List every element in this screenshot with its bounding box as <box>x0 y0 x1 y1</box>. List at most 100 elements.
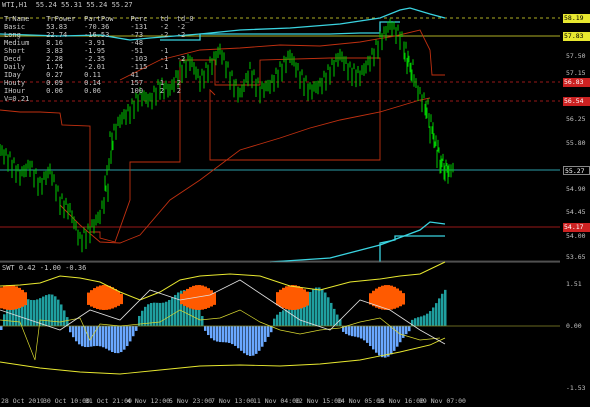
osc-bar <box>105 285 108 310</box>
time-axis-label: 11 Nov 04:00 <box>253 397 300 405</box>
osc-bar <box>15 286 18 310</box>
osc-bar <box>45 295 48 326</box>
osc-bar <box>444 289 447 326</box>
price-axis-label: 54.00 <box>566 232 586 240</box>
osc-bar <box>276 314 279 326</box>
osc-bar <box>96 286 99 309</box>
osc-bar <box>258 326 261 351</box>
osc-bar <box>30 299 33 326</box>
osc-bar <box>246 326 249 356</box>
osc-bar <box>417 317 420 326</box>
osc-bar <box>93 288 96 308</box>
osc-bar <box>390 326 393 355</box>
price-axis-label: 55.80 <box>566 139 586 147</box>
osc-bar <box>81 326 84 347</box>
info-table: TrName TrPower PartPow Perc td td_0 Basi… <box>4 15 194 103</box>
osc-bar <box>327 297 330 326</box>
osc-bar <box>333 308 336 326</box>
osc-bar <box>213 292 216 305</box>
osc-bar <box>363 326 366 341</box>
osc-bar <box>3 286 6 310</box>
osc-bar <box>126 326 129 347</box>
oscillator-axis-label: -1.53 <box>566 384 586 392</box>
osc-bar <box>39 298 42 326</box>
osc-bar <box>276 292 279 306</box>
price-axis-label: 53.65 <box>566 253 586 261</box>
price-axis-label: 56.25 <box>566 115 586 123</box>
osc-bar <box>306 291 309 306</box>
osc-bar <box>111 287 114 309</box>
osc-bar <box>87 292 90 305</box>
osc-bar <box>288 309 291 326</box>
osc-bar <box>249 326 252 356</box>
osc-bar <box>210 326 213 339</box>
osc-bar <box>234 326 237 346</box>
osc-bar <box>207 326 210 336</box>
osc-bar <box>420 316 423 326</box>
osc-bar <box>6 285 9 310</box>
osc-bar <box>438 298 441 326</box>
time-axis-label: 28 Oct 2019 <box>1 397 45 405</box>
osc-bar <box>204 326 207 331</box>
osc-bar <box>300 287 303 309</box>
osc-bar <box>216 326 219 342</box>
osc-bar <box>381 326 384 358</box>
osc-bar <box>384 285 387 310</box>
osc-bar <box>222 326 225 343</box>
osc-bar <box>114 288 117 308</box>
osc-bar <box>378 326 381 356</box>
osc-bar <box>384 326 387 358</box>
time-axis-label: 4 Nov 12:00 <box>127 397 171 405</box>
osc-bar <box>435 303 438 326</box>
osc-bar <box>165 301 168 326</box>
osc-bar <box>231 326 234 345</box>
osc-bar <box>291 285 294 310</box>
osc-bar <box>225 326 228 343</box>
osc-bar <box>423 315 426 326</box>
osc-bar <box>336 314 339 326</box>
osc-bar <box>93 326 96 347</box>
price-axis-label: 54.45 <box>566 208 586 216</box>
osc-bar <box>399 290 402 307</box>
osc-bar <box>321 289 324 326</box>
price-tag: 58.19 <box>563 14 590 23</box>
osc-bar <box>267 326 270 337</box>
osc-bar <box>72 326 75 338</box>
osc-bar <box>111 326 114 353</box>
osc-bar <box>387 326 390 357</box>
osc-bar <box>318 287 321 326</box>
chart-title: WTI,H1 55.24 55.31 55.24 55.27 <box>2 1 133 9</box>
osc-bar <box>171 297 174 326</box>
osc-bar <box>201 316 204 326</box>
osc-bar <box>18 287 21 309</box>
osc-bar <box>21 289 24 307</box>
osc-bar <box>117 291 120 306</box>
osc-bar <box>201 285 204 310</box>
time-axis-label: 12 Nov 15:00 <box>295 397 342 405</box>
red-slow-line <box>59 97 431 244</box>
osc-bar <box>75 326 78 342</box>
osc-bar <box>120 293 123 305</box>
osc-bar <box>372 326 375 350</box>
osc-bar <box>99 285 102 310</box>
oscillator-axis-label: 1.51 <box>566 280 582 288</box>
osc-bar <box>210 290 213 307</box>
osc-bar <box>312 289 315 326</box>
osc-bar <box>375 326 378 353</box>
osc-bar <box>6 308 9 326</box>
osc-bar <box>390 285 393 310</box>
osc-bar <box>297 286 300 310</box>
osc-bar <box>108 326 111 351</box>
osc-bar <box>294 285 297 310</box>
osc-bar <box>426 313 429 326</box>
price-tag: 57.83 <box>563 32 590 41</box>
time-axis-label: 19 Nov 07:00 <box>419 397 466 405</box>
osc-bar <box>219 326 222 343</box>
osc-bar <box>135 326 138 331</box>
osc-bar <box>366 326 369 343</box>
osc-bar <box>120 326 123 353</box>
osc-bar <box>285 286 288 310</box>
osc-bar <box>378 286 381 309</box>
osc-bar <box>255 326 258 354</box>
time-axis-label: 7 Nov 13:00 <box>211 397 255 405</box>
